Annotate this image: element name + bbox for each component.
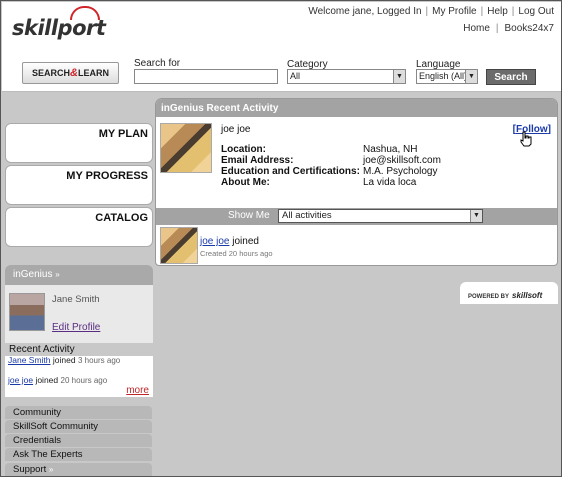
user-link[interactable]: joe joe (8, 375, 33, 385)
search-input[interactable] (134, 69, 278, 84)
powered-by-badge: POWERED BY skillsoft (460, 282, 558, 304)
profile-user-name: Jane Smith (52, 294, 100, 305)
show-me-value: All activities (282, 210, 332, 221)
chevron-double-down-icon: » (55, 270, 60, 279)
search-learn-label-b: LEARN (77, 68, 109, 78)
panel-title: inGenius Recent Activity (156, 99, 557, 117)
list-item: Jane Smith joined 3 hours ago (8, 355, 120, 365)
language-select[interactable]: English (All) ▼ (416, 69, 478, 84)
category-select[interactable]: All ▼ (287, 69, 406, 84)
about-me-label: About Me: (221, 177, 270, 188)
chevron-double-down-icon: » (48, 465, 54, 474)
ingenius-header[interactable]: inGenius » (5, 265, 153, 285)
skillsoft-logo: skillsoft (512, 291, 543, 300)
books24x7-link[interactable]: Books24x7 (505, 23, 554, 34)
hand-cursor-icon (520, 131, 532, 147)
nav-catalog[interactable]: CATALOG (5, 207, 153, 247)
recent-activity-panel: inGenius Recent Activity joe joe [Follow… (155, 98, 558, 266)
nav-support-label: Support (13, 464, 47, 475)
avatar[interactable] (160, 123, 212, 173)
logout-link[interactable]: Log Out (518, 6, 554, 17)
more-link[interactable]: more (126, 385, 149, 396)
email-value: joe@skillsoft.com (363, 155, 441, 166)
header: skillport Welcome jane, Logged In | My Pro… (2, 2, 561, 54)
top-links: Welcome jane, Logged In | My Profile | Help |… (308, 6, 554, 17)
show-me-label: Show Me (228, 210, 270, 221)
activity-action: joined (52, 355, 76, 365)
chevron-down-icon[interactable]: ▼ (470, 210, 482, 222)
ampersand-icon: & (70, 67, 78, 79)
top-links-secondary: Home | Books24x7 (463, 23, 554, 34)
avatar[interactable] (9, 293, 45, 331)
email-label: Email Address: (221, 155, 294, 166)
location-value: Nashua, NH (363, 144, 418, 155)
activity-time: 3 hours ago (77, 356, 121, 365)
list-item: joe joe joined 20 hours ago (8, 375, 107, 385)
language-value: English (All) (419, 71, 468, 81)
activity-time: Created 20 hours ago (200, 249, 273, 258)
avatar[interactable] (160, 227, 198, 264)
powered-by-label: POWERED BY (468, 294, 510, 300)
search-button[interactable]: Search (486, 69, 536, 85)
nav-community[interactable]: Community (5, 406, 152, 419)
user-link[interactable]: Jane Smith (8, 355, 51, 365)
home-link[interactable]: Home (463, 23, 490, 34)
search-for-label: Search for (134, 58, 181, 69)
education-label: Education and Certifications: (221, 166, 360, 177)
search-learn-label-a: SEARCH (32, 68, 71, 78)
nav-credentials[interactable]: Credentials (5, 434, 152, 447)
activity-time: 20 hours ago (60, 376, 108, 385)
ingenius-title: inGenius (13, 269, 53, 280)
edit-profile-link[interactable]: Edit Profile (52, 322, 100, 333)
show-me-select[interactable]: All activities ▼ (278, 209, 483, 223)
filter-bar: Show Me All activities ▼ (156, 208, 557, 225)
user-link[interactable]: joe joe (200, 236, 229, 247)
nav-skillsoft-community[interactable]: SkillSoft Community (5, 420, 152, 433)
chevron-down-icon[interactable]: ▼ (465, 70, 477, 83)
chevron-down-icon[interactable]: ▼ (393, 70, 405, 83)
nav-my-plan[interactable]: MY PLAN (5, 123, 153, 163)
main-nav: MY PLAN MY PROGRESS CATALOG (5, 123, 153, 249)
search-bar: SEARCH&LEARN Search for Category All ▼ La… (2, 54, 561, 92)
activity-action: joined (35, 375, 59, 385)
page-frame: skillport Welcome jane, Logged In | My Pro… (0, 0, 562, 477)
profile-user-name: joe joe (221, 124, 251, 135)
welcome-text: Welcome jane, Logged In (308, 6, 422, 17)
nav-ask-the-experts[interactable]: Ask The Experts (5, 448, 152, 461)
activity-item: joe joe joined (200, 236, 259, 247)
profile-box: Jane Smith Edit Profile (5, 285, 153, 343)
skillport-logo[interactable]: skillport (12, 6, 106, 40)
nav-my-progress[interactable]: MY PROGRESS (5, 165, 153, 205)
about-me-value: La vida loca (363, 177, 417, 188)
help-link[interactable]: Help (487, 6, 508, 17)
search-and-learn-button[interactable]: SEARCH&LEARN (22, 62, 119, 84)
my-profile-link[interactable]: My Profile (432, 6, 476, 17)
logo-arc (70, 6, 100, 20)
activity-action: joined (232, 236, 259, 247)
location-label: Location: (221, 144, 266, 155)
recent-activity-list: Jane Smith joined 3 hours ago joe joe jo… (5, 355, 153, 397)
education-value: M.A. Psychology (363, 166, 438, 177)
nav-support[interactable]: Support » (5, 463, 152, 476)
category-value: All (290, 71, 301, 81)
